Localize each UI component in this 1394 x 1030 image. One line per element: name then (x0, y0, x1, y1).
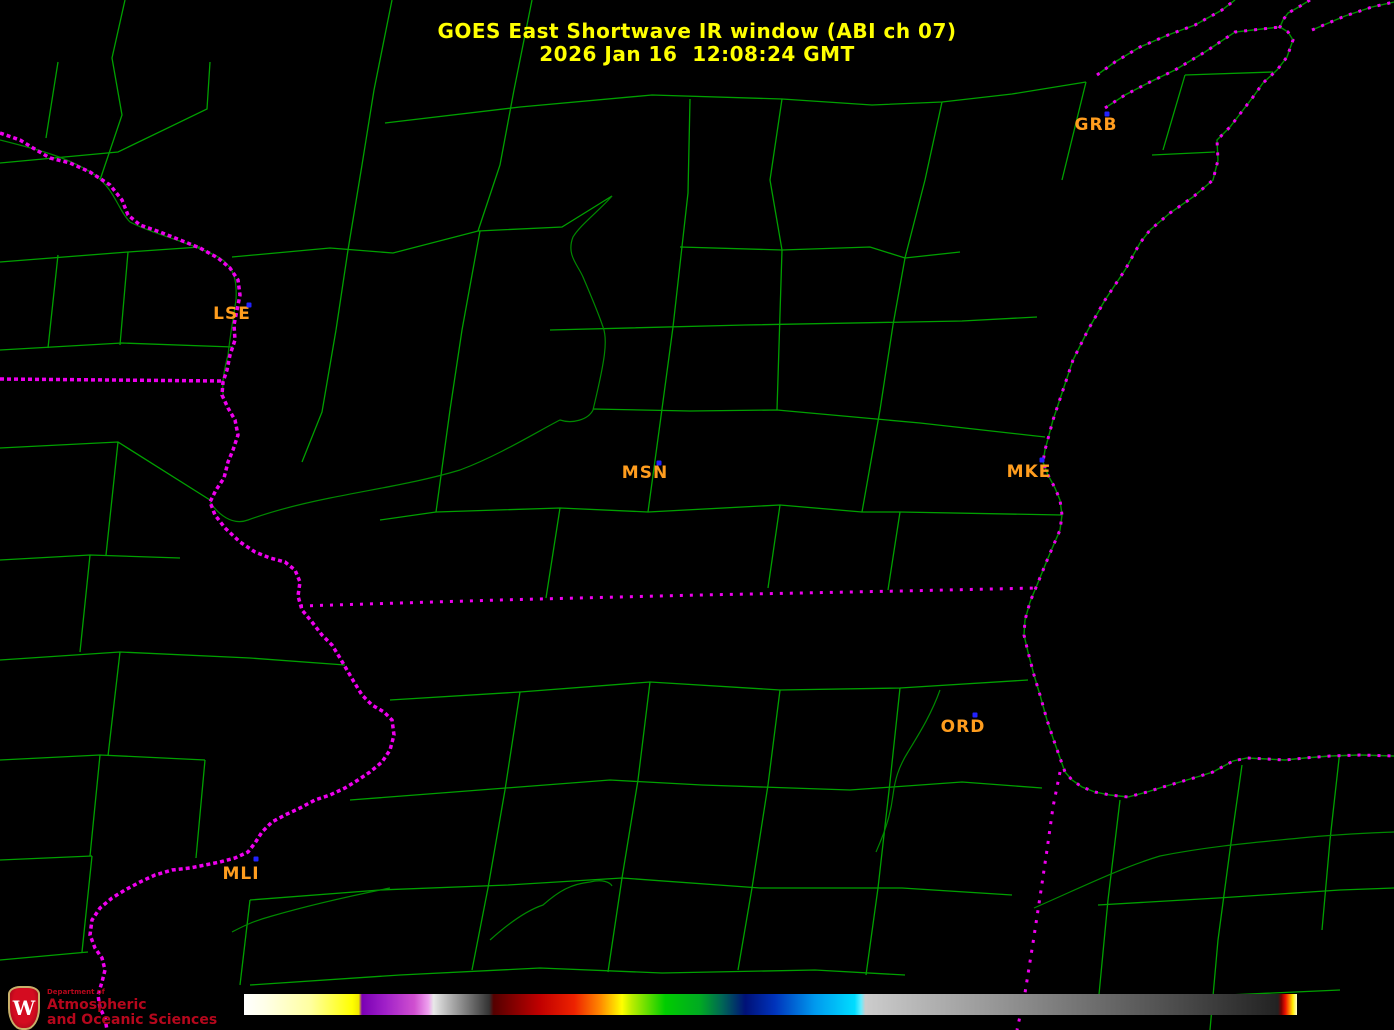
logo-line-1: Atmospheric (47, 998, 217, 1013)
station-dot-ord (973, 713, 978, 718)
station-dot-mli (254, 857, 259, 862)
uw-crest-icon: W (8, 986, 40, 1030)
station-label-lse: LSE (213, 304, 251, 324)
crest-letter: W (13, 998, 35, 1018)
station-label-mli: MLI (222, 864, 259, 884)
logo-dept-line: Department of (47, 989, 217, 996)
state-border-dots (0, 133, 394, 1030)
station-label-msn: MSN (622, 463, 668, 483)
station-dot-grb (1105, 112, 1110, 117)
station-dot-msn (657, 461, 662, 466)
station-dot-lse (247, 303, 252, 308)
station-label-ord: ORD (941, 717, 986, 737)
satellite-map-viewport: GOES East Shortwave IR window (ABI ch 07… (0, 0, 1394, 1030)
station-label-grb: GRB (1074, 115, 1117, 135)
uw-aos-logo: W Department of Atmospheric and Oceanic … (8, 986, 217, 1030)
station-dot-mke (1040, 458, 1045, 463)
logo-text: Department of Atmospheric and Oceanic Sc… (47, 989, 217, 1028)
logo-line-2: and Oceanic Sciences (47, 1013, 217, 1028)
temperature-colorbar (244, 994, 1297, 1015)
map-canvas (0, 0, 1394, 1030)
station-label-mke: MKE (1007, 462, 1052, 482)
